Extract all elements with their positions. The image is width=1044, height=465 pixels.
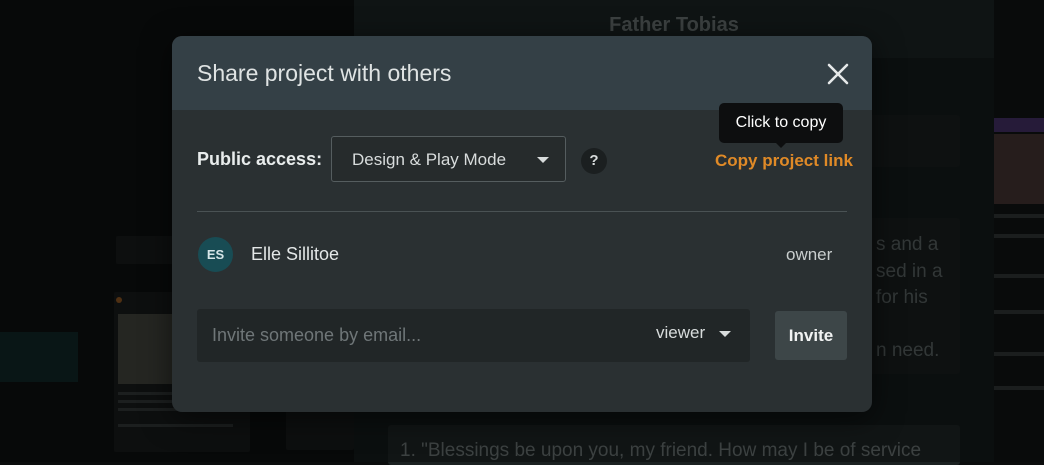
close-icon [827, 63, 849, 85]
avatar: ES [198, 237, 233, 272]
chevron-down-icon [719, 331, 731, 337]
member-role: owner [786, 245, 833, 264]
copy-project-link[interactable]: Copy project link [715, 151, 853, 171]
member-name: Elle Sillitoe [251, 244, 340, 264]
invite-button[interactable]: Invite [775, 311, 847, 360]
public-access-value: Design & Play Mode [352, 150, 507, 169]
invite-field: viewer [197, 309, 750, 362]
help-icon[interactable]: ? [581, 148, 607, 174]
copy-tooltip: Click to copy [719, 103, 843, 143]
close-button[interactable] [826, 62, 850, 86]
invite-email-input[interactable] [197, 309, 627, 362]
modal-header: Share project with others [172, 36, 872, 110]
public-access-label: Public access: [197, 149, 323, 169]
tooltip-arrow [775, 142, 787, 148]
public-access-select[interactable]: Design & Play Mode [331, 136, 566, 182]
chevron-down-icon [537, 157, 549, 163]
invite-role-value: viewer [656, 323, 706, 342]
invite-role-select[interactable]: viewer [656, 323, 731, 347]
share-modal: Share project with others Public access:… [172, 36, 872, 412]
modal-title: Share project with others [197, 60, 452, 86]
divider [197, 211, 847, 212]
